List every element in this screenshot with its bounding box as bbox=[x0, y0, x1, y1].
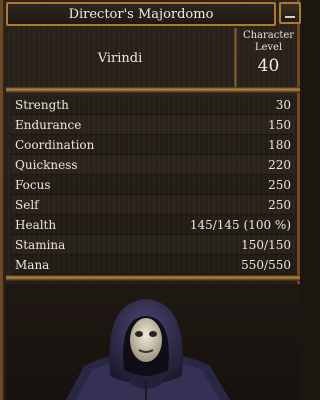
stat-row-coordination: Coordination 180 bbox=[11, 135, 295, 155]
stat-row-health: Health 145/145 (100 %) bbox=[11, 215, 295, 235]
stat-value: 30 bbox=[275, 97, 291, 112]
level-label: Character Level bbox=[242, 30, 295, 53]
stat-value: 145/145 (100 %) bbox=[189, 217, 291, 232]
stat-row-mana: Mana 550/550 bbox=[11, 255, 295, 275]
stat-name: Strength bbox=[15, 97, 69, 112]
stat-name: Self bbox=[15, 197, 39, 212]
stat-row-strength: Strength 30 bbox=[11, 95, 295, 115]
stats-list: Strength 30 Endurance 150 Coordination 1… bbox=[11, 95, 295, 275]
stat-name: Stamina bbox=[15, 237, 66, 252]
stat-value: 180 bbox=[268, 137, 291, 152]
minimize-icon[interactable] bbox=[279, 2, 301, 24]
virindi-portrait-image bbox=[66, 299, 230, 400]
stat-row-stamina: Stamina 150/150 bbox=[11, 235, 295, 255]
stat-row-focus: Focus 250 bbox=[11, 175, 295, 195]
stat-name: Endurance bbox=[15, 117, 82, 132]
minimize-icon-bar bbox=[285, 16, 295, 18]
stat-value: 550/550 bbox=[241, 257, 291, 272]
window-title: Director's Majordomo bbox=[68, 6, 214, 22]
stat-name: Mana bbox=[15, 257, 50, 272]
stat-name: Coordination bbox=[15, 137, 95, 152]
stat-row-self: Self 250 bbox=[11, 195, 295, 215]
title-bar[interactable]: Director's Majordomo bbox=[6, 2, 276, 26]
character-portrait bbox=[6, 284, 300, 400]
character-info-window: Director's Majordomo Virindi Character L… bbox=[0, 0, 301, 400]
character-name: Virindi bbox=[97, 50, 143, 66]
stat-value: 220 bbox=[268, 157, 291, 172]
stat-name: Quickness bbox=[15, 157, 78, 172]
separator-bottom bbox=[6, 275, 300, 281]
stat-value: 150/150 bbox=[241, 237, 291, 252]
stat-value: 250 bbox=[268, 197, 291, 212]
stat-name: Focus bbox=[15, 177, 51, 192]
stat-name: Health bbox=[15, 217, 57, 232]
stat-row-quickness: Quickness 220 bbox=[11, 155, 295, 175]
character-header: Virindi Character Level 40 bbox=[6, 28, 300, 88]
stat-row-endurance: Endurance 150 bbox=[11, 115, 295, 135]
separator-top bbox=[6, 87, 300, 93]
stat-value: 250 bbox=[268, 177, 291, 192]
level-value: 40 bbox=[257, 56, 280, 76]
level-box: Character Level 40 bbox=[237, 28, 300, 88]
stat-value: 150 bbox=[268, 117, 291, 132]
